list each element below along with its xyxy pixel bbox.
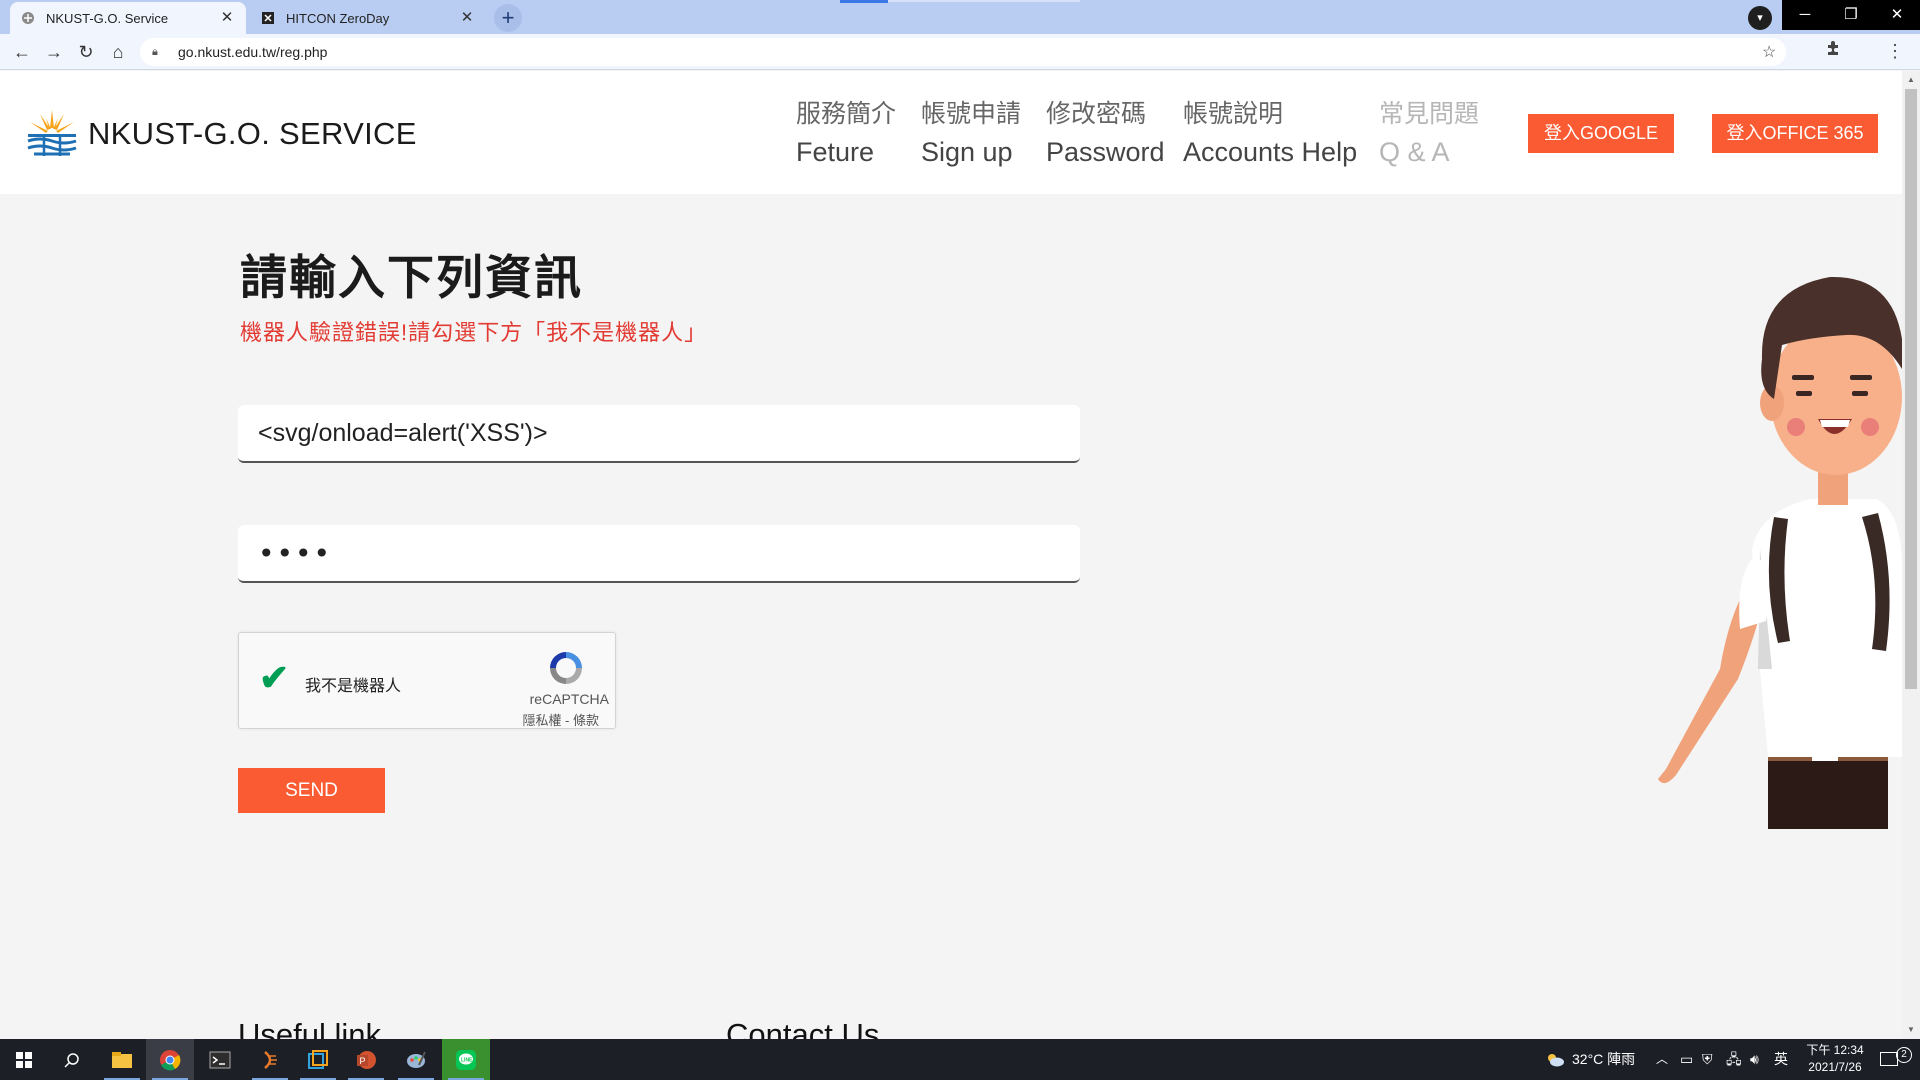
page-scrollbar[interactable]: ▲ ▼ bbox=[1902, 71, 1920, 1039]
checkmark-icon[interactable]: ✔ bbox=[259, 657, 289, 699]
tab-hitcon[interactable]: HITCON ZeroDay ✕ bbox=[250, 2, 486, 34]
ime-indicator[interactable]: 英 bbox=[1774, 1039, 1788, 1080]
file-explorer-icon[interactable] bbox=[98, 1039, 146, 1080]
network-icon[interactable]: 🖧︎ bbox=[1726, 1039, 1742, 1080]
security-icon[interactable]: ⛨ bbox=[1702, 1039, 1713, 1080]
address-bar[interactable]: 🔒︎ go.nkust.edu.tw/reg.php ☆ bbox=[140, 38, 1786, 66]
clock-date: 2021/7/26 bbox=[1808, 1060, 1862, 1074]
nav-accounts-help[interactable]: 帳號說明 Accounts Help bbox=[1183, 95, 1357, 171]
recaptcha-brand: reCAPTCHA bbox=[529, 691, 609, 707]
tab-strip-accent bbox=[888, 0, 1080, 2]
nav-en-label: Sign up bbox=[921, 137, 1013, 167]
forward-icon[interactable]: → bbox=[42, 40, 66, 64]
powerpoint-icon[interactable]: P bbox=[342, 1039, 390, 1080]
tab-nkust[interactable]: NKUST-G.O. Service ✕ bbox=[10, 2, 246, 34]
username-input[interactable]: <svg/onload=alert('XSS')> bbox=[238, 405, 1080, 463]
paint-app-icon[interactable] bbox=[392, 1039, 440, 1080]
notification-icon[interactable] bbox=[1880, 1039, 1898, 1080]
nav-qa[interactable]: 常見問題 Q & A bbox=[1379, 95, 1479, 171]
nav-zh-label: 帳號說明 bbox=[1183, 100, 1284, 128]
notification-count-badge: 2 bbox=[1896, 1047, 1912, 1063]
windows-start-icon[interactable] bbox=[0, 1039, 48, 1080]
error-message: 機器人驗證錯誤!請勾選下方「我不是機器人」 bbox=[240, 320, 708, 345]
battery-icon[interactable]: ▭ bbox=[1680, 1039, 1693, 1080]
new-tab-button[interactable]: + bbox=[494, 4, 522, 32]
chrome-icon[interactable] bbox=[146, 1039, 194, 1080]
nav-feature[interactable]: 服務簡介 Feture bbox=[796, 95, 896, 171]
tab-title: HITCON ZeroDay bbox=[286, 10, 390, 26]
recaptcha-label: 我不是機器人 bbox=[305, 678, 402, 695]
scroll-up-icon[interactable]: ▲ bbox=[1906, 75, 1916, 85]
nav-zh-label: 帳號申請 bbox=[921, 100, 1022, 128]
tab-strip-accent bbox=[840, 0, 888, 3]
brand-name[interactable]: NKUST-G.O. SERVICE bbox=[88, 116, 417, 152]
clock[interactable]: 下午 12:34 2021/7/26 bbox=[1790, 1042, 1880, 1076]
nav-zh-label: 常見問題 bbox=[1379, 100, 1480, 128]
student-illustration bbox=[1658, 276, 1902, 829]
send-button[interactable]: SEND bbox=[238, 768, 385, 813]
back-icon[interactable]: ← bbox=[10, 40, 34, 64]
page: NKUST-G.O. SERVICE 服務簡介 Feture 帳號申請 Sign… bbox=[0, 71, 1902, 1039]
nkust-favicon-icon bbox=[20, 10, 36, 26]
tab-search-icon[interactable]: ▾ bbox=[1748, 6, 1772, 30]
tray-overflow-icon[interactable]: ︿ bbox=[1656, 1039, 1668, 1080]
nav-zh-label: 修改密碼 bbox=[1046, 100, 1147, 128]
footer-useful-link-heading: Useful link bbox=[238, 1017, 381, 1039]
nav-zh-label: 服務簡介 bbox=[796, 100, 897, 128]
page-title: 請輸入下列資訊 bbox=[240, 251, 583, 304]
tab-title: NKUST-G.O. Service bbox=[46, 10, 169, 26]
recaptcha-privacy-terms[interactable]: 隱私權 - 條款 bbox=[522, 710, 599, 729]
home-icon[interactable]: ⌂ bbox=[106, 40, 130, 64]
line-app-icon[interactable]: LINE bbox=[442, 1039, 490, 1080]
search-icon[interactable] bbox=[48, 1039, 96, 1080]
svg-text:P: P bbox=[360, 1056, 366, 1066]
nav-en-label: Feture bbox=[796, 137, 875, 167]
weather-icon[interactable] bbox=[1540, 1039, 1570, 1080]
hitcon-favicon-icon bbox=[260, 10, 276, 26]
volume-icon[interactable]: 🔊︎ bbox=[1750, 1039, 1759, 1080]
app-window-icon[interactable] bbox=[294, 1039, 342, 1080]
reload-icon[interactable]: ↻ bbox=[74, 40, 98, 64]
scroll-down-icon[interactable]: ▼ bbox=[1906, 1025, 1916, 1035]
close-tab-icon[interactable]: ✕ bbox=[218, 9, 236, 27]
nav-password[interactable]: 修改密碼 Password bbox=[1046, 95, 1165, 171]
recaptcha-widget: ✔ 我不是機器人 reCAPTCHA 隱私權 - 條款 bbox=[238, 632, 616, 729]
nav-en-label: Accounts Help bbox=[1183, 137, 1358, 167]
browser-toolbar: ← → ↻ ⌂ 🔒︎ go.nkust.edu.tw/reg.php ☆ bbox=[0, 34, 1920, 70]
nav-en-label: Password bbox=[1046, 137, 1165, 167]
clock-time: 下午 12:34 bbox=[1806, 1043, 1864, 1057]
svg-text:LINE: LINE bbox=[461, 1057, 473, 1063]
nav-sign-up[interactable]: 帳號申請 Sign up bbox=[921, 95, 1021, 171]
browser-menu-icon[interactable]: ⋮ bbox=[1884, 40, 1906, 62]
extensions-icon[interactable] bbox=[1822, 40, 1844, 62]
taskbar: P LINE 32°C 陣雨 ︿ ▭ ⛨ 🖧︎ 🔊︎ 英 下午 12:34 20… bbox=[0, 1039, 1920, 1080]
browser-tab-bar: NKUST-G.O. Service ✕ HITCON ZeroDay ✕ + … bbox=[0, 0, 1920, 34]
password-input[interactable]: •••• bbox=[238, 525, 1080, 583]
login-google-button[interactable]: 登入GOOGLE bbox=[1528, 114, 1674, 153]
site-header: NKUST-G.O. SERVICE 服務簡介 Feture 帳號申請 Sign… bbox=[0, 71, 1902, 194]
recaptcha-logo-icon bbox=[550, 652, 582, 684]
footer-contact-heading: Contact Us bbox=[726, 1017, 880, 1039]
close-window-icon[interactable]: ✕ bbox=[1874, 0, 1920, 30]
close-tab-icon[interactable]: ✕ bbox=[458, 9, 476, 27]
restore-icon[interactable]: ❐ bbox=[1828, 0, 1874, 30]
eclipse-icon[interactable] bbox=[246, 1039, 294, 1080]
nav-en-label: Q & A bbox=[1379, 137, 1450, 167]
url-text[interactable]: go.nkust.edu.tw/reg.php bbox=[178, 44, 1762, 60]
login-office365-button[interactable]: 登入OFFICE 365 bbox=[1712, 114, 1878, 153]
nkust-logo[interactable] bbox=[24, 106, 80, 158]
weather-text[interactable]: 32°C 陣雨 bbox=[1572, 1039, 1635, 1080]
terminal-icon[interactable] bbox=[196, 1039, 244, 1080]
lock-icon[interactable]: 🔒︎ bbox=[152, 46, 166, 59]
bookmark-star-icon[interactable]: ☆ bbox=[1762, 42, 1786, 62]
scrollbar-thumb[interactable] bbox=[1905, 89, 1917, 689]
minimize-icon[interactable]: ─ bbox=[1782, 0, 1828, 30]
